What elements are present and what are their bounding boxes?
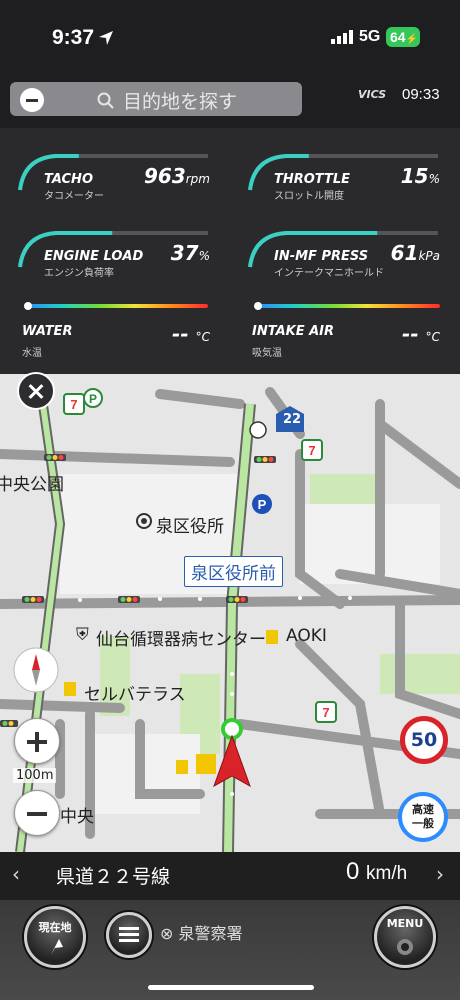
map-label-ward-office: 泉区役所	[156, 517, 224, 537]
network-type: 5G	[359, 28, 381, 45]
status-time: 9:37	[52, 26, 95, 49]
battery-indicator: 64⚡	[386, 27, 420, 47]
water-label: WATER	[22, 324, 73, 339]
current-location-button[interactable]: 現在地	[24, 906, 86, 968]
charging-bolt-icon: ⚡	[405, 34, 419, 45]
tacho-number: 963	[144, 164, 186, 188]
intake-air-label: INTAKE AIR	[252, 324, 335, 339]
water-temp-knob	[24, 302, 32, 310]
throttle-number: 15	[400, 164, 429, 188]
map-view[interactable]: 7 7 7 P P 中央公園 泉区役所 泉区役所前 ⛨ 仙台循環器病センター A…	[0, 374, 460, 852]
home-indicator[interactable]	[148, 985, 314, 990]
inmf-press-sub: インテークマニホールド	[274, 268, 384, 279]
map-label-seruba: セルバテラス	[84, 685, 186, 705]
map-label-aoki: AOKI	[286, 626, 327, 646]
tacho-value: 963rpm	[120, 164, 210, 188]
map-label-hospital-icon: ⛨	[76, 625, 89, 645]
tacho-label: TACHO	[44, 172, 93, 187]
svg-text:P: P	[89, 392, 97, 406]
water-unit: °C	[195, 330, 210, 344]
route-22-label: 22	[282, 412, 302, 427]
zoom-out-button[interactable]	[14, 790, 60, 836]
map-label-park: 中央公園	[0, 475, 64, 495]
speed-limit-sign: 50	[400, 716, 448, 764]
gauge-panel: TACHO タコメーター 963rpm THROTTLE スロットル開度 15%…	[0, 128, 460, 374]
map-scale: 100m	[13, 768, 57, 783]
map-label-chuo: 中央	[60, 807, 94, 827]
water-sub: 水温	[22, 348, 42, 359]
throttle-sub: スロットル開度	[274, 191, 344, 202]
svg-text:7: 7	[70, 397, 77, 412]
engine-load-number: 37	[170, 241, 199, 265]
throttle-unit: %	[428, 172, 440, 186]
battery-level: 64	[390, 29, 406, 45]
location-arrow-icon	[99, 31, 113, 45]
svg-text:7: 7	[322, 705, 329, 720]
tacho-unit: rpm	[185, 172, 210, 186]
intake-air-bar	[258, 304, 440, 308]
current-road-name: 県道２２号線	[56, 866, 171, 888]
search-icon	[97, 92, 114, 109]
menu-label: MENU	[386, 917, 424, 930]
vics-label: VICS	[358, 88, 387, 101]
map-roads: 7 7 7 P P	[0, 374, 460, 852]
inmf-press-value: 61kPa	[350, 241, 440, 265]
map-copyright: (C) ZENRIN CO.,LTD.	[244, 951, 346, 962]
police-station-name: 泉警察署	[178, 924, 243, 943]
svg-text:7: 7	[308, 443, 315, 458]
road-type-general: 一般	[412, 817, 434, 830]
inmf-press-unit: kPa	[418, 249, 440, 263]
intake-air-sub: 吸気温	[252, 348, 282, 359]
svg-text:P: P	[258, 497, 267, 512]
water-value: -- °C	[120, 322, 210, 346]
water-temp-bar	[26, 304, 208, 308]
chevron-right-icon[interactable]: ›	[436, 862, 444, 886]
intake-air-knob	[254, 302, 262, 310]
tacho-sub: タコメーター	[44, 191, 104, 202]
search-placeholder[interactable]: 目的地を探す	[123, 87, 237, 114]
intake-air-number: --	[402, 322, 419, 346]
close-gauges-button[interactable]	[17, 372, 55, 410]
speed-unit: km/h	[366, 863, 408, 884]
intake-air-unit: °C	[425, 330, 440, 344]
chevron-left-icon[interactable]: ‹	[12, 862, 20, 886]
map-label-police: ⊗ 泉警察署	[160, 924, 243, 943]
engine-load-sub: エンジン負荷率	[44, 268, 114, 279]
throttle-label: THROTTLE	[274, 172, 351, 187]
current-location-label: 現在地	[38, 921, 72, 934]
inmf-press-number: 61	[390, 241, 419, 265]
signal-icon	[331, 30, 353, 44]
map-label-hospital: 仙台循環器病センター	[96, 630, 266, 650]
engine-load-unit: %	[198, 249, 210, 263]
intake-air-value: -- °C	[350, 322, 440, 346]
vics-time: 09:33	[402, 86, 440, 103]
speed-value: 0	[346, 858, 360, 885]
map-label-bus-stop: 泉区役所前	[184, 556, 283, 587]
road-type-highway: 高速	[412, 803, 434, 816]
list-menu-button[interactable]	[106, 912, 152, 958]
collapse-button[interactable]	[20, 88, 44, 112]
engine-load-value: 37%	[120, 241, 210, 265]
list-icon	[119, 927, 139, 942]
compass-needle-icon	[51, 939, 63, 955]
menu-button[interactable]: MENU	[374, 906, 436, 968]
dial-icon	[397, 939, 413, 955]
water-number: --	[172, 322, 189, 346]
throttle-value: 15%	[350, 164, 440, 188]
road-type-toggle[interactable]: 高速 一般	[398, 792, 448, 842]
zoom-in-button[interactable]	[14, 718, 60, 764]
vics-icon: VICS	[358, 88, 386, 101]
current-speed: 0 km/h	[346, 858, 407, 886]
